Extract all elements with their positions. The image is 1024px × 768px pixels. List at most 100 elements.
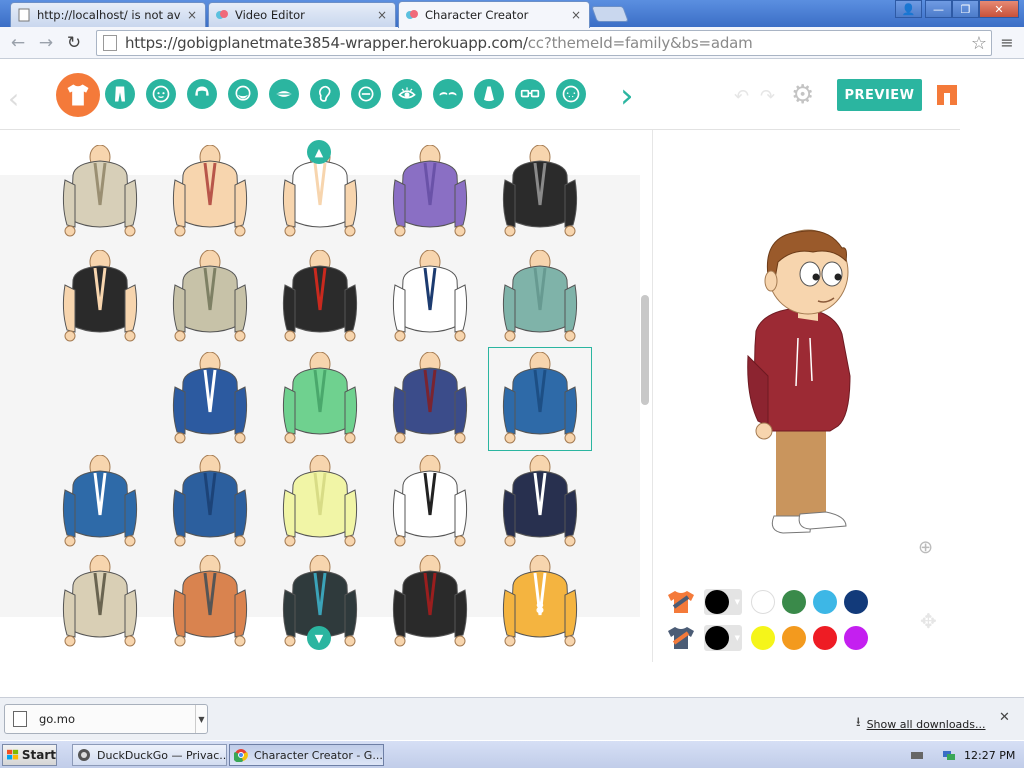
color-swatch[interactable]	[751, 590, 775, 614]
outfit-item-black-suit[interactable]	[488, 140, 592, 244]
grid-scrollbar[interactable]	[641, 295, 649, 405]
prev-category-arrow-icon[interactable]: ‹	[8, 82, 19, 115]
color-swatch[interactable]	[844, 626, 868, 650]
keyboard-icon[interactable]	[910, 748, 924, 762]
category-nose[interactable]	[474, 79, 504, 109]
color-swatch[interactable]	[782, 590, 806, 614]
taskbar-item-label: DuckDuckGo — Privac...	[97, 748, 227, 762]
category-beard[interactable]	[228, 79, 258, 109]
taskbar-item-label: Character Creator - G...	[254, 748, 383, 762]
tab-video-editor[interactable]: Video Editor ×	[208, 2, 396, 27]
page-icon	[18, 8, 30, 22]
app-logo-icon	[406, 10, 418, 19]
outfit-item-navy-blazer[interactable]	[378, 347, 482, 451]
outfit-item-camo-uniform[interactable]	[48, 140, 152, 244]
ear-icon	[318, 85, 331, 102]
category-eyes[interactable]	[392, 79, 422, 109]
category-hair[interactable]	[187, 79, 217, 109]
outfit-item-teal-tee[interactable]	[488, 245, 592, 349]
zoom-in-icon[interactable]: ⊕	[918, 537, 933, 558]
move-icon[interactable]: ✥	[920, 609, 937, 633]
preview-button[interactable]: PREVIEW	[837, 79, 922, 111]
character-right-pupil	[834, 273, 842, 281]
category-face-features[interactable]	[556, 79, 586, 109]
outfit-item-blue-hoodie[interactable]	[488, 347, 592, 451]
camo-uniform-thumbnail	[62, 144, 138, 236]
selected-color-dropdown[interactable]: ▼	[704, 589, 742, 615]
browser-menu-icon[interactable]: ≡	[1000, 33, 1014, 52]
outfit-item-overalls[interactable]	[158, 550, 262, 654]
outfit-item-purple-blouse[interactable]	[378, 140, 482, 244]
chevron-down-icon[interactable]: ▼	[195, 705, 207, 733]
category-face-shape[interactable]	[146, 79, 176, 109]
selected-color-dropdown[interactable]: ▼	[704, 625, 742, 651]
overalls-thumbnail	[172, 554, 248, 646]
puffer-jacket-thumbnail	[172, 454, 248, 546]
color-swatch[interactable]	[813, 590, 837, 614]
scroll-down-icon[interactable]: ▼	[307, 626, 331, 650]
color-row-primary: ▼	[666, 588, 875, 616]
new-tab-button[interactable]	[591, 6, 629, 22]
outfit-item-zombie-suit[interactable]	[378, 550, 482, 654]
undo-icon[interactable]: ↶	[734, 86, 749, 107]
bookmark-star-icon[interactable]: ☆	[971, 33, 987, 54]
outfit-item-black-tank[interactable]	[48, 245, 152, 349]
outfit-item-green-tee[interactable]	[268, 347, 372, 451]
outfit-item-basketball-jersey[interactable]: 8	[488, 550, 592, 654]
purple-blouse-thumbnail	[392, 144, 468, 236]
outfit-item-blue-polo[interactable]	[158, 347, 262, 451]
next-category-arrow-icon[interactable]: ›	[620, 76, 634, 116]
download-item[interactable]: go.mo ▼	[4, 704, 208, 734]
tab-localhost[interactable]: http://localhost/ is not availa ×	[10, 2, 206, 27]
address-bar[interactable]: https://gobigplanetmate3854-wrapper.hero…	[96, 30, 992, 56]
taskbar-item-character-creator[interactable]: Character Creator - G...	[229, 744, 384, 766]
outfit-item-puffer-jacket[interactable]	[158, 450, 262, 554]
outfit-item-yellow-shirt[interactable]	[268, 450, 372, 554]
outfit-item-empty	[48, 347, 152, 451]
character-hoodie	[754, 307, 851, 432]
tab-close-icon[interactable]: ×	[569, 8, 583, 22]
back-icon[interactable]: ←	[6, 31, 30, 55]
category-ear[interactable]	[310, 79, 340, 109]
color-swatch[interactable]	[782, 626, 806, 650]
reload-icon[interactable]: ↻	[62, 31, 86, 55]
outfit-item-soldier-gear[interactable]	[48, 550, 152, 654]
color-swatch[interactable]	[751, 626, 775, 650]
taskbar-item-duckduckgo[interactable]: DuckDuckGo — Privac...	[72, 744, 227, 766]
show-all-downloads-link[interactable]: ⭳ Show all downloads...	[856, 713, 986, 735]
color-swatch[interactable]	[813, 626, 837, 650]
close-icon[interactable]: ✕	[999, 710, 1010, 725]
maximize-icon[interactable]: ❐	[952, 0, 979, 18]
browser-tab-strip: http://localhost/ is not availa × Video …	[0, 0, 1024, 28]
outfit-item-white-bowtie[interactable]	[378, 450, 482, 554]
minimize-icon[interactable]: —	[925, 0, 952, 18]
category-glasses[interactable]	[515, 79, 545, 109]
profile-icon[interactable]: 👤	[895, 0, 922, 18]
outfit-item-police-jacket[interactable]	[48, 450, 152, 554]
outfit-item-superhero[interactable]	[268, 245, 372, 349]
category-lower-body[interactable]	[105, 79, 135, 109]
tab-close-icon[interactable]: ×	[375, 8, 389, 22]
redo-icon[interactable]: ↷	[760, 86, 775, 107]
tab-close-icon[interactable]: ×	[185, 8, 199, 22]
color-swatch[interactable]	[844, 590, 868, 614]
download-shelf: go.mo ▼ ⭳ Show all downloads... ✕	[0, 697, 1024, 740]
scroll-up-icon[interactable]: ▲	[307, 140, 331, 164]
character-creator-app: ‹ › ↶ ↷ ⚙ PREVIEW 8 ▲ ⊕ ✥ ▼ ▼	[0, 60, 1024, 697]
outfit-item-camo-jacket[interactable]	[158, 245, 262, 349]
settings-gear-icon[interactable]: ⚙	[791, 82, 814, 108]
forward-icon[interactable]: →	[34, 31, 58, 55]
category-eyebrows[interactable]	[433, 79, 463, 109]
close-window-icon[interactable]: ✕	[979, 0, 1019, 18]
outfit-item-pilot-shirt[interactable]	[378, 245, 482, 349]
character-preview	[747, 229, 851, 534]
category-upper-body[interactable]	[56, 73, 100, 117]
start-button[interactable]: Start	[2, 744, 57, 766]
outfit-item-tux-jacket[interactable]	[488, 450, 592, 554]
category-mouth[interactable]	[269, 79, 299, 109]
tab-character-creator[interactable]: Character Creator ×	[398, 1, 590, 28]
network-icon[interactable]	[942, 748, 956, 762]
category-eye-shape[interactable]	[351, 79, 381, 109]
outfit-item-fat-shirtless[interactable]	[158, 140, 262, 244]
save-icon[interactable]	[935, 83, 959, 107]
